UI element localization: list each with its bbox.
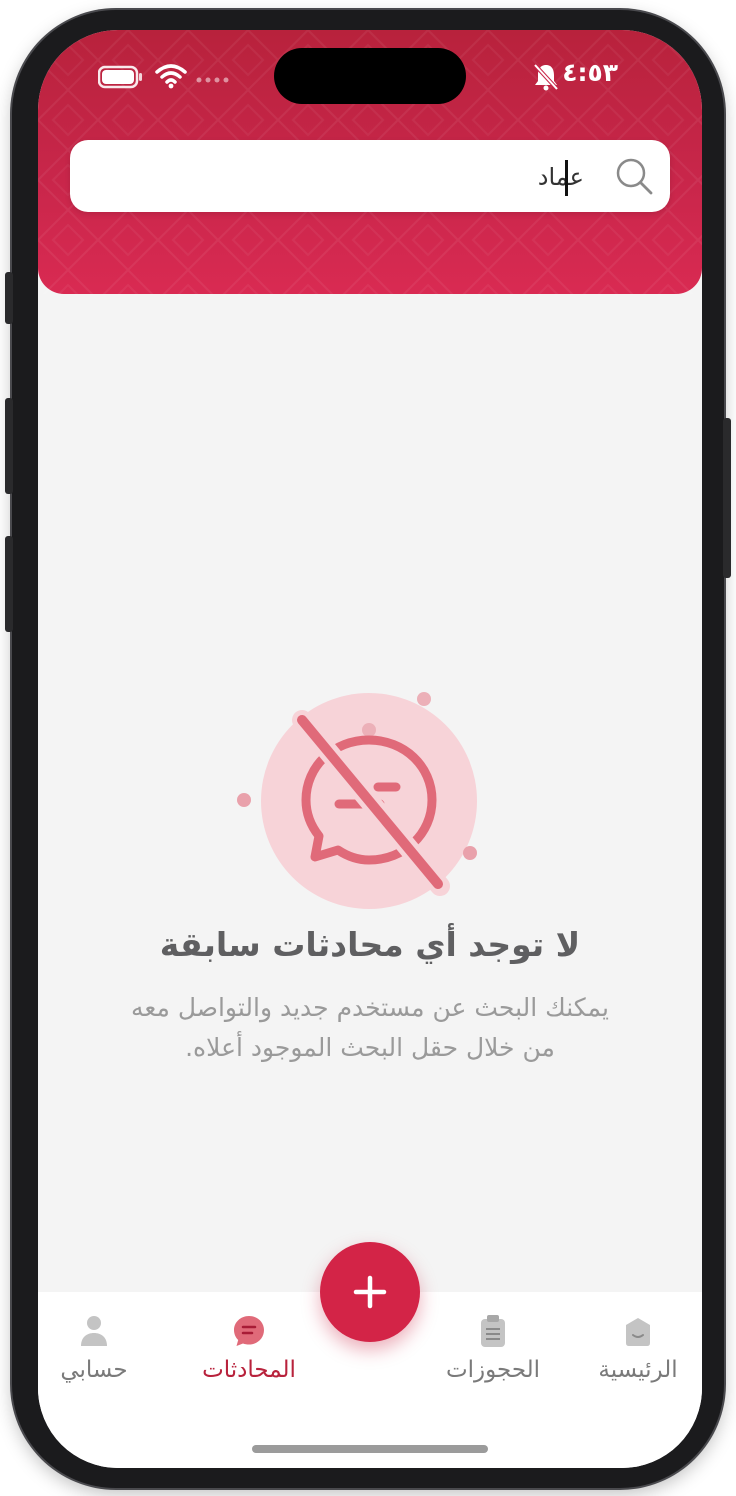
tab-chats-label: المحادثات bbox=[202, 1357, 296, 1383]
tab-home[interactable]: الرئيسية bbox=[558, 1313, 702, 1393]
header: ٤:٥٣ عماد bbox=[38, 30, 702, 294]
side-button-volume-down bbox=[5, 536, 13, 632]
tab-chats[interactable]: المحادثات bbox=[169, 1313, 329, 1393]
tab-account-label: حسابي bbox=[60, 1357, 128, 1383]
no-chats-illustration bbox=[237, 692, 477, 909]
side-button-power bbox=[723, 418, 731, 578]
battery-icon bbox=[98, 65, 142, 89]
clipboard-icon bbox=[481, 1315, 505, 1347]
empty-state-title: لا توجد أي محادثات سابقة bbox=[159, 925, 581, 964]
empty-state-description-line2: من خلال حقل البحث الموجود أعلاه. bbox=[185, 1033, 555, 1062]
empty-state-description: يمكنك البحث عن مستخدم جديد والتواصل معه … bbox=[78, 988, 662, 1068]
side-button-volume-up bbox=[5, 398, 13, 494]
chat-icon bbox=[234, 1316, 264, 1346]
bell-muted-icon bbox=[533, 63, 559, 91]
user-icon bbox=[81, 1316, 107, 1346]
wifi-icon bbox=[155, 64, 187, 89]
app-screen: ٤:٥٣ عماد لا توجد أي محادثات سابقة يمكنك… bbox=[38, 30, 702, 1468]
cellular-signal-icon bbox=[196, 77, 229, 83]
tab-bookings-label: الحجوزات bbox=[445, 1357, 541, 1383]
new-chat-button[interactable] bbox=[320, 1242, 420, 1342]
status-time: ٤:٥٣ bbox=[562, 58, 618, 87]
search-bar[interactable]: عماد bbox=[70, 140, 670, 212]
tab-home-label: الرئيسية bbox=[598, 1357, 678, 1383]
tab-account[interactable]: حسابي bbox=[38, 1313, 174, 1393]
home-icon bbox=[626, 1318, 650, 1346]
search-input[interactable]: عماد bbox=[538, 160, 584, 194]
plus-icon bbox=[353, 1275, 387, 1309]
home-indicator[interactable] bbox=[252, 1445, 488, 1453]
side-button-silent bbox=[5, 272, 13, 324]
empty-state-description-line1: يمكنك البحث عن مستخدم جديد والتواصل معه bbox=[131, 993, 609, 1022]
text-cursor bbox=[565, 160, 568, 196]
tab-bookings[interactable]: الحجوزات bbox=[413, 1313, 573, 1393]
search-icon[interactable] bbox=[612, 154, 656, 198]
